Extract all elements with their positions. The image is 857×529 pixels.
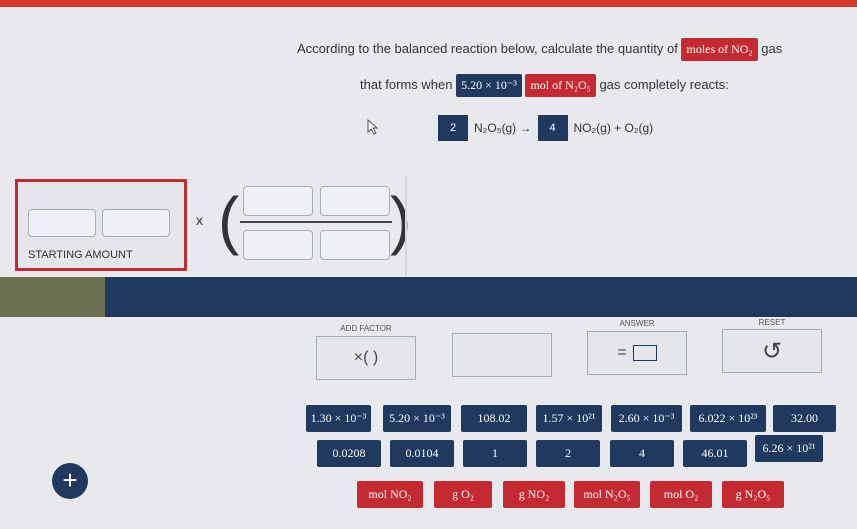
multiply-symbol: x <box>196 212 203 228</box>
tile-value[interactable]: 1.30 × 10⁻³ <box>306 405 371 432</box>
question-prefix-1: According to the balanced reaction below… <box>297 40 678 56</box>
given-value-chip: 5.20 × 10⁻³ <box>456 74 522 97</box>
mouse-cursor-icon <box>367 118 379 138</box>
band-edge-patch <box>0 277 105 317</box>
question-suffix-1: gas <box>761 40 783 56</box>
coefficient-2: 4 <box>537 115 568 141</box>
question-suffix-2: gas completely reacts: <box>599 76 729 92</box>
question-prefix-2: that forms when <box>360 76 453 92</box>
tile-value[interactable]: 2.60 × 10⁻³ <box>611 405 682 432</box>
tile-value[interactable]: 46.01 <box>683 440 747 467</box>
given-unit-chip: mol of N₂O₅ <box>525 74 596 97</box>
tile-value[interactable]: 108.02 <box>461 405 527 432</box>
numerator-value-slot[interactable] <box>243 186 313 216</box>
products-text: NO₂(g) + O₂(g) <box>573 121 654 135</box>
reset-button[interactable]: ↺ <box>722 329 822 373</box>
workspace-band <box>0 277 857 317</box>
numerator-unit-slot[interactable] <box>320 186 390 216</box>
tile-value[interactable]: 0.0208 <box>317 440 381 467</box>
add-factor-button[interactable]: ×( ) <box>316 336 416 380</box>
tile-unit[interactable]: g N₂O₅ <box>722 481 784 508</box>
tile-unit[interactable]: g NO₂ <box>503 481 565 508</box>
answer-label: ANSWER <box>619 319 655 328</box>
denominator-unit-slot[interactable] <box>320 230 390 260</box>
denominator-value-slot[interactable] <box>243 230 313 260</box>
tile-value[interactable]: 2 <box>536 440 600 467</box>
reset-icon: ↺ <box>761 337 783 365</box>
target-quantity-chip: moles of NO₂ <box>681 38 758 61</box>
reactant-text: N₂O₅(g) → <box>474 121 532 135</box>
question-line-2: that forms when 5.20 × 10⁻³ mol of N₂O₅ … <box>360 74 729 97</box>
tile-value[interactable]: 32.00 <box>773 405 836 432</box>
starting-value-slot[interactable] <box>28 209 96 237</box>
reset-label: RESET <box>758 318 786 327</box>
add-button[interactable]: + <box>52 463 88 499</box>
tile-unit[interactable]: mol NO₂ <box>357 481 423 508</box>
add-factor-label: ADD FACTOR <box>340 324 392 333</box>
tile-unit[interactable]: mol N₂O₅ <box>574 481 640 508</box>
open-paren-icon: ( <box>218 184 240 256</box>
close-paren-icon: ) <box>390 184 412 256</box>
tile-value[interactable]: 1.57 × 10²¹ <box>536 405 602 432</box>
coefficient-1: 2 <box>438 115 468 141</box>
workspace-divider <box>405 176 407 276</box>
answer-box-icon <box>632 345 657 361</box>
question-line-1: According to the balanced reaction below… <box>297 38 782 61</box>
tile-value[interactable]: 6.26 × 10²¹ <box>755 435 823 462</box>
tile-value[interactable]: 0.0104 <box>390 440 454 467</box>
add-factor-text: ×( ) <box>353 349 379 366</box>
starting-amount-label: STARTING AMOUNT <box>28 249 133 261</box>
tile-value[interactable]: 4 <box>610 440 674 467</box>
tile-value[interactable]: 1 <box>463 440 527 467</box>
answer-button[interactable]: = <box>587 331 687 375</box>
top-accent-bar <box>0 0 857 7</box>
tile-value[interactable]: 6.022 × 10²³ <box>690 405 766 432</box>
tile-unit[interactable]: mol O₂ <box>650 481 712 508</box>
answer-equals-text: = <box>617 344 627 361</box>
blank-control-button[interactable] <box>452 333 552 377</box>
starting-unit-slot[interactable] <box>102 209 170 237</box>
tile-unit[interactable]: g O₂ <box>434 481 492 508</box>
tile-value[interactable]: 5.20 × 10⁻³ <box>383 405 451 432</box>
balanced-equation: 2 N₂O₅(g) → 4 NO₂(g) + O₂(g) <box>438 115 653 141</box>
fraction-bar <box>240 221 392 223</box>
